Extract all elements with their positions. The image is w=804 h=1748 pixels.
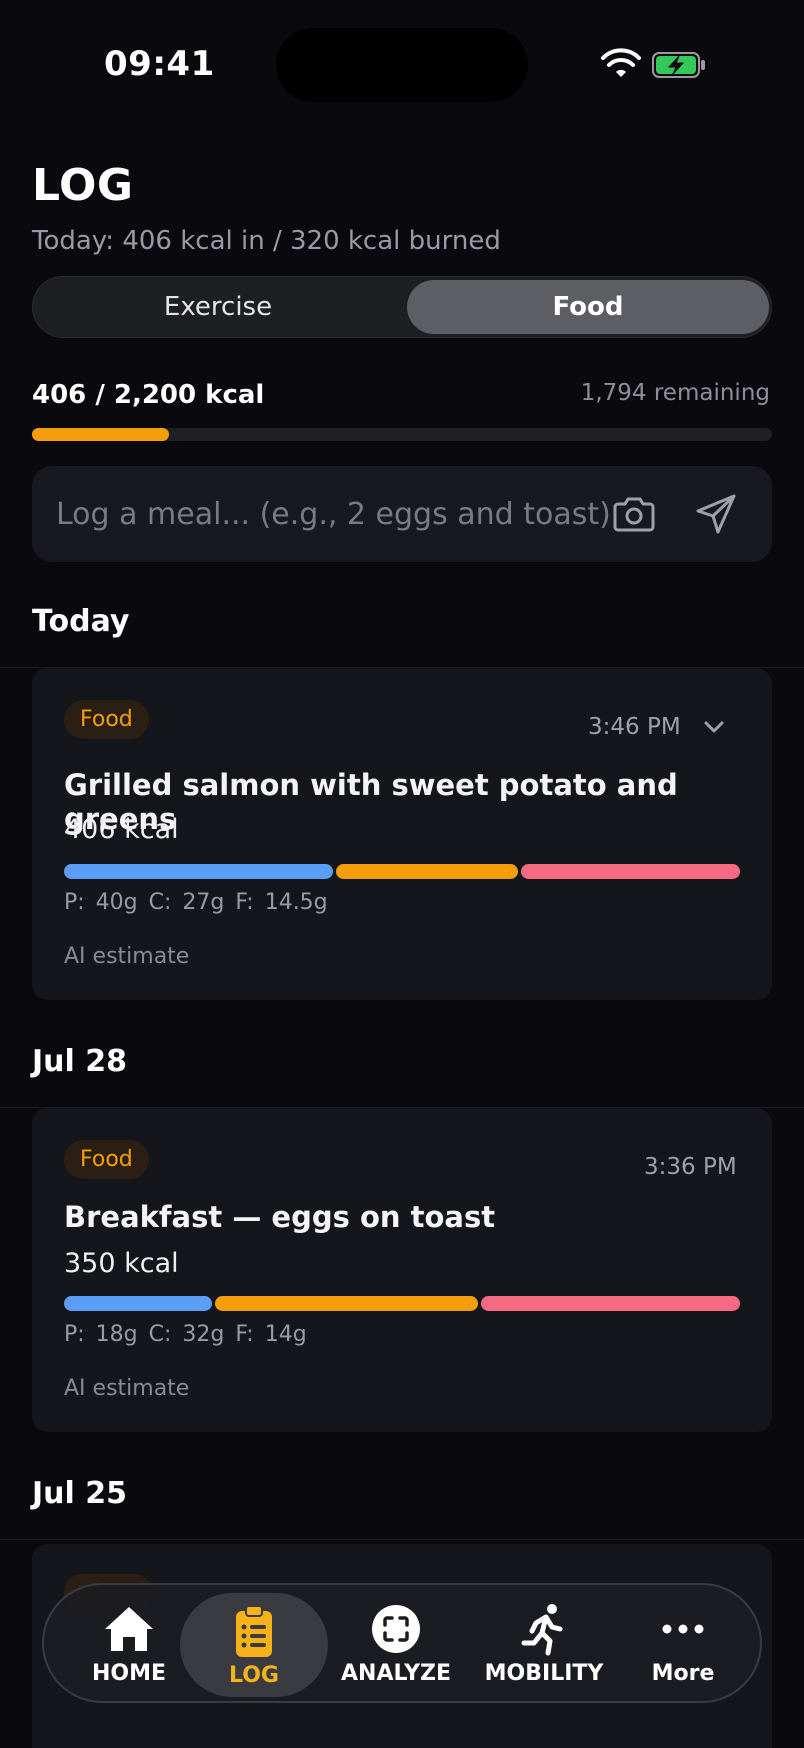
chevron-down-icon[interactable] (702, 718, 726, 736)
entry-time: 3:46 PM (588, 714, 681, 740)
tab-log[interactable]: LOG (180, 1593, 328, 1697)
tab-label: LOG (229, 1662, 279, 1688)
log-type-toggle: Exercise Food (32, 276, 772, 338)
food-badge: Food (64, 700, 149, 739)
calorie-summary: 406 / 2,200 kcal (32, 380, 265, 410)
wifi-icon (601, 48, 641, 77)
dynamic-island (276, 28, 528, 102)
tab-label: HOME (91, 1660, 167, 1686)
send-icon[interactable] (694, 492, 738, 536)
battery-charging-icon (652, 52, 705, 78)
camera-icon[interactable] (612, 494, 656, 534)
scan-icon (372, 1604, 420, 1653)
meal-input[interactable] (56, 490, 616, 538)
section-header-today: Today (32, 604, 130, 639)
tab-analyze[interactable]: ANALYZE (334, 1585, 458, 1701)
tab-food[interactable]: Food (407, 280, 769, 334)
log-screen: 09:41 LOG Today: 406 kcal in / 320 kcal … (0, 0, 804, 1748)
tab-exercise[interactable]: Exercise (37, 280, 399, 334)
status-time: 09:41 (104, 44, 215, 84)
macro-carbs-segment (336, 864, 518, 879)
ai-estimate-label: AI estimate (64, 1376, 190, 1401)
entry-time: 3:36 PM (644, 1154, 737, 1180)
tab-label: More (651, 1660, 715, 1686)
macro-fat-segment (520, 864, 740, 879)
macro-breakdown: P: 40g C: 27g F: 14.5g (64, 890, 328, 915)
entry-calories: 406 kcal (64, 814, 179, 845)
food-entry-card[interactable]: Food 3:36 PM Breakfast — eggs on toast 3… (32, 1108, 772, 1432)
macro-bar (64, 1296, 740, 1311)
daily-summary: Today: 406 kcal in / 320 kcal burned (32, 226, 501, 256)
calorie-progress-fill (32, 428, 169, 441)
calories-remaining: 1,794 remaining (580, 380, 770, 406)
food-entry-card[interactable]: Food 3:46 PM Grilled salmon with sweet p… (32, 668, 772, 1000)
divider (0, 1539, 804, 1540)
home-icon (105, 1606, 153, 1651)
clipboard-list-icon (236, 1604, 272, 1657)
running-person-icon (521, 1603, 563, 1655)
ellipsis-icon (662, 1624, 704, 1633)
macro-protein-segment (64, 1296, 212, 1311)
tab-mobility[interactable]: MOBILITY (480, 1585, 608, 1701)
section-header-jul-25: Jul 25 (32, 1476, 127, 1511)
page-title: LOG (32, 160, 134, 211)
tab-label: MOBILITY (484, 1660, 604, 1686)
food-badge: Food (64, 1140, 149, 1179)
macro-protein-segment (64, 864, 334, 879)
entry-title: Breakfast — eggs on toast (64, 1200, 496, 1234)
ai-estimate-label: AI estimate (64, 944, 190, 969)
macro-fat-segment (481, 1296, 740, 1311)
tab-label: ANALYZE (341, 1660, 451, 1686)
macro-bar (64, 864, 740, 879)
calorie-progress-bar (32, 428, 772, 441)
bottom-tab-bar: HOME LOG ANALYZE MOBILITY More (42, 1583, 762, 1703)
macro-carbs-segment (214, 1296, 479, 1311)
section-header-jul-28: Jul 28 (32, 1044, 127, 1079)
meal-input-bar (32, 466, 772, 562)
tab-home[interactable]: HOME (74, 1585, 184, 1701)
entry-calories: 350 kcal (64, 1248, 179, 1279)
tab-more[interactable]: More (628, 1585, 738, 1701)
macro-breakdown: P: 18g C: 32g F: 14g (64, 1322, 307, 1347)
